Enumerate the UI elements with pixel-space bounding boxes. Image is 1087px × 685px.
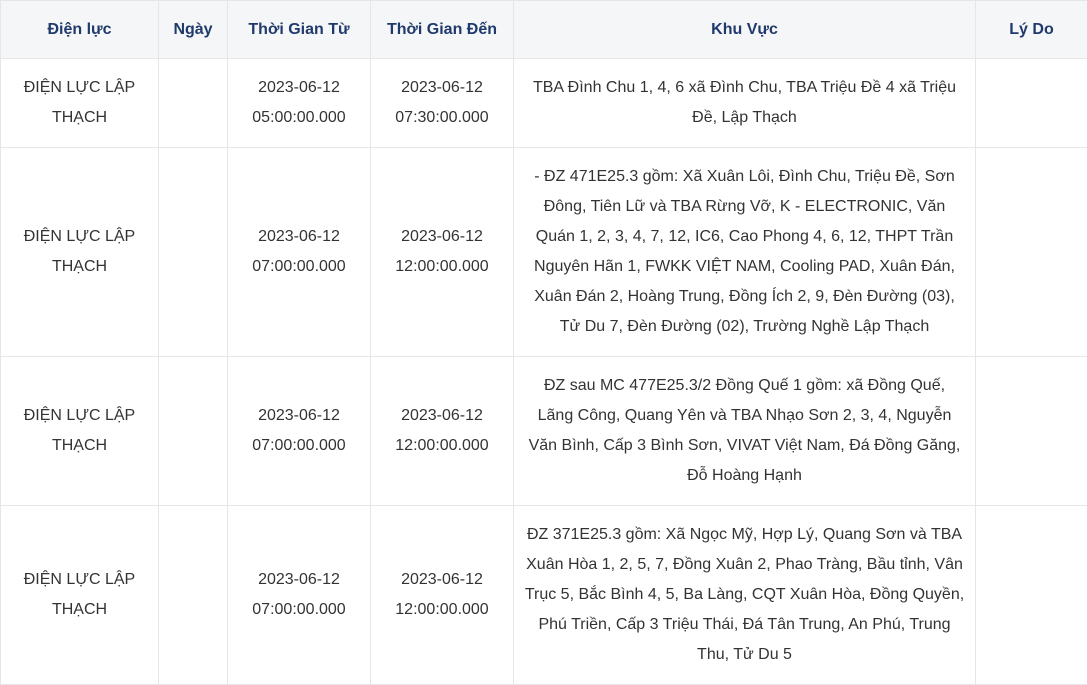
end-date: 2023-06-12 <box>401 79 483 96</box>
cell-dien-luc: ĐIỆN LỰC LẬP THẠCH <box>1 59 159 148</box>
cell-thoi-gian-den: 2023-06-12 12:00:00.000 <box>371 148 514 357</box>
table-header: Điện lực Ngày Thời Gian Từ Thời Gian Đến… <box>1 1 1087 59</box>
start-date: 2023-06-12 <box>258 407 340 424</box>
column-header-ngay: Ngày <box>159 1 228 59</box>
cell-thoi-gian-tu: 2023-06-12 07:00:00.000 <box>228 506 371 685</box>
column-header-ly-do: Lý Do <box>976 1 1087 59</box>
cell-ngay <box>159 59 228 148</box>
cell-khu-vuc: ĐZ 371E25.3 gồm: Xã Ngọc Mỹ, Hợp Lý, Qua… <box>514 506 976 685</box>
cell-dien-luc: ĐIỆN LỰC LẬP THẠCH <box>1 357 159 506</box>
cell-ly-do <box>976 148 1087 357</box>
cell-thoi-gian-tu: 2023-06-12 07:00:00.000 <box>228 357 371 506</box>
start-date: 2023-06-12 <box>258 228 340 245</box>
end-date: 2023-06-12 <box>401 407 483 424</box>
table-body: ĐIỆN LỰC LẬP THẠCH 2023-06-12 05:00:00.00… <box>1 59 1087 685</box>
end-date: 2023-06-12 <box>401 571 483 588</box>
column-header-thoi-gian-den: Thời Gian Đến <box>371 1 514 59</box>
column-header-khu-vuc: Khu Vực <box>514 1 976 59</box>
table-row: ĐIỆN LỰC LẬP THẠCH 2023-06-12 05:00:00.00… <box>1 59 1087 148</box>
table-row: ĐIỆN LỰC LẬP THẠCH 2023-06-12 07:00:00.00… <box>1 506 1087 685</box>
start-time: 05:00:00.000 <box>252 109 345 126</box>
cell-khu-vuc: TBA Đình Chu 1, 4, 6 xã Đình Chu, TBA Tr… <box>514 59 976 148</box>
cell-ngay <box>159 506 228 685</box>
start-time: 07:00:00.000 <box>252 437 345 454</box>
end-date: 2023-06-12 <box>401 228 483 245</box>
cell-khu-vuc: ĐZ sau MC 477E25.3/2 Đồng Quế 1 gồm: xã … <box>514 357 976 506</box>
end-time: 12:00:00.000 <box>395 258 488 275</box>
cell-khu-vuc: - ĐZ 471E25.3 gồm: Xã Xuân Lôi, Đình Chu… <box>514 148 976 357</box>
start-date: 2023-06-12 <box>258 79 340 96</box>
end-time: 12:00:00.000 <box>395 437 488 454</box>
cell-ngay <box>159 148 228 357</box>
table-row: ĐIỆN LỰC LẬP THẠCH 2023-06-12 07:00:00.00… <box>1 357 1087 506</box>
start-date: 2023-06-12 <box>258 571 340 588</box>
column-header-thoi-gian-tu: Thời Gian Từ <box>228 1 371 59</box>
cell-dien-luc: ĐIỆN LỰC LẬP THẠCH <box>1 148 159 357</box>
cell-thoi-gian-den: 2023-06-12 12:00:00.000 <box>371 357 514 506</box>
cell-dien-luc: ĐIỆN LỰC LẬP THẠCH <box>1 506 159 685</box>
cell-ngay <box>159 357 228 506</box>
cell-thoi-gian-tu: 2023-06-12 05:00:00.000 <box>228 59 371 148</box>
cell-thoi-gian-den: 2023-06-12 12:00:00.000 <box>371 506 514 685</box>
cell-thoi-gian-tu: 2023-06-12 07:00:00.000 <box>228 148 371 357</box>
header-row: Điện lực Ngày Thời Gian Từ Thời Gian Đến… <box>1 1 1087 59</box>
outage-schedule-table: Điện lực Ngày Thời Gian Từ Thời Gian Đến… <box>0 0 1087 685</box>
start-time: 07:00:00.000 <box>252 258 345 275</box>
table-row: ĐIỆN LỰC LẬP THẠCH 2023-06-12 07:00:00.00… <box>1 148 1087 357</box>
end-time: 07:30:00.000 <box>395 109 488 126</box>
cell-thoi-gian-den: 2023-06-12 07:30:00.000 <box>371 59 514 148</box>
cell-ly-do <box>976 506 1087 685</box>
cell-ly-do <box>976 59 1087 148</box>
column-header-dien-luc: Điện lực <box>1 1 159 59</box>
cell-ly-do <box>976 357 1087 506</box>
start-time: 07:00:00.000 <box>252 601 345 618</box>
end-time: 12:00:00.000 <box>395 601 488 618</box>
